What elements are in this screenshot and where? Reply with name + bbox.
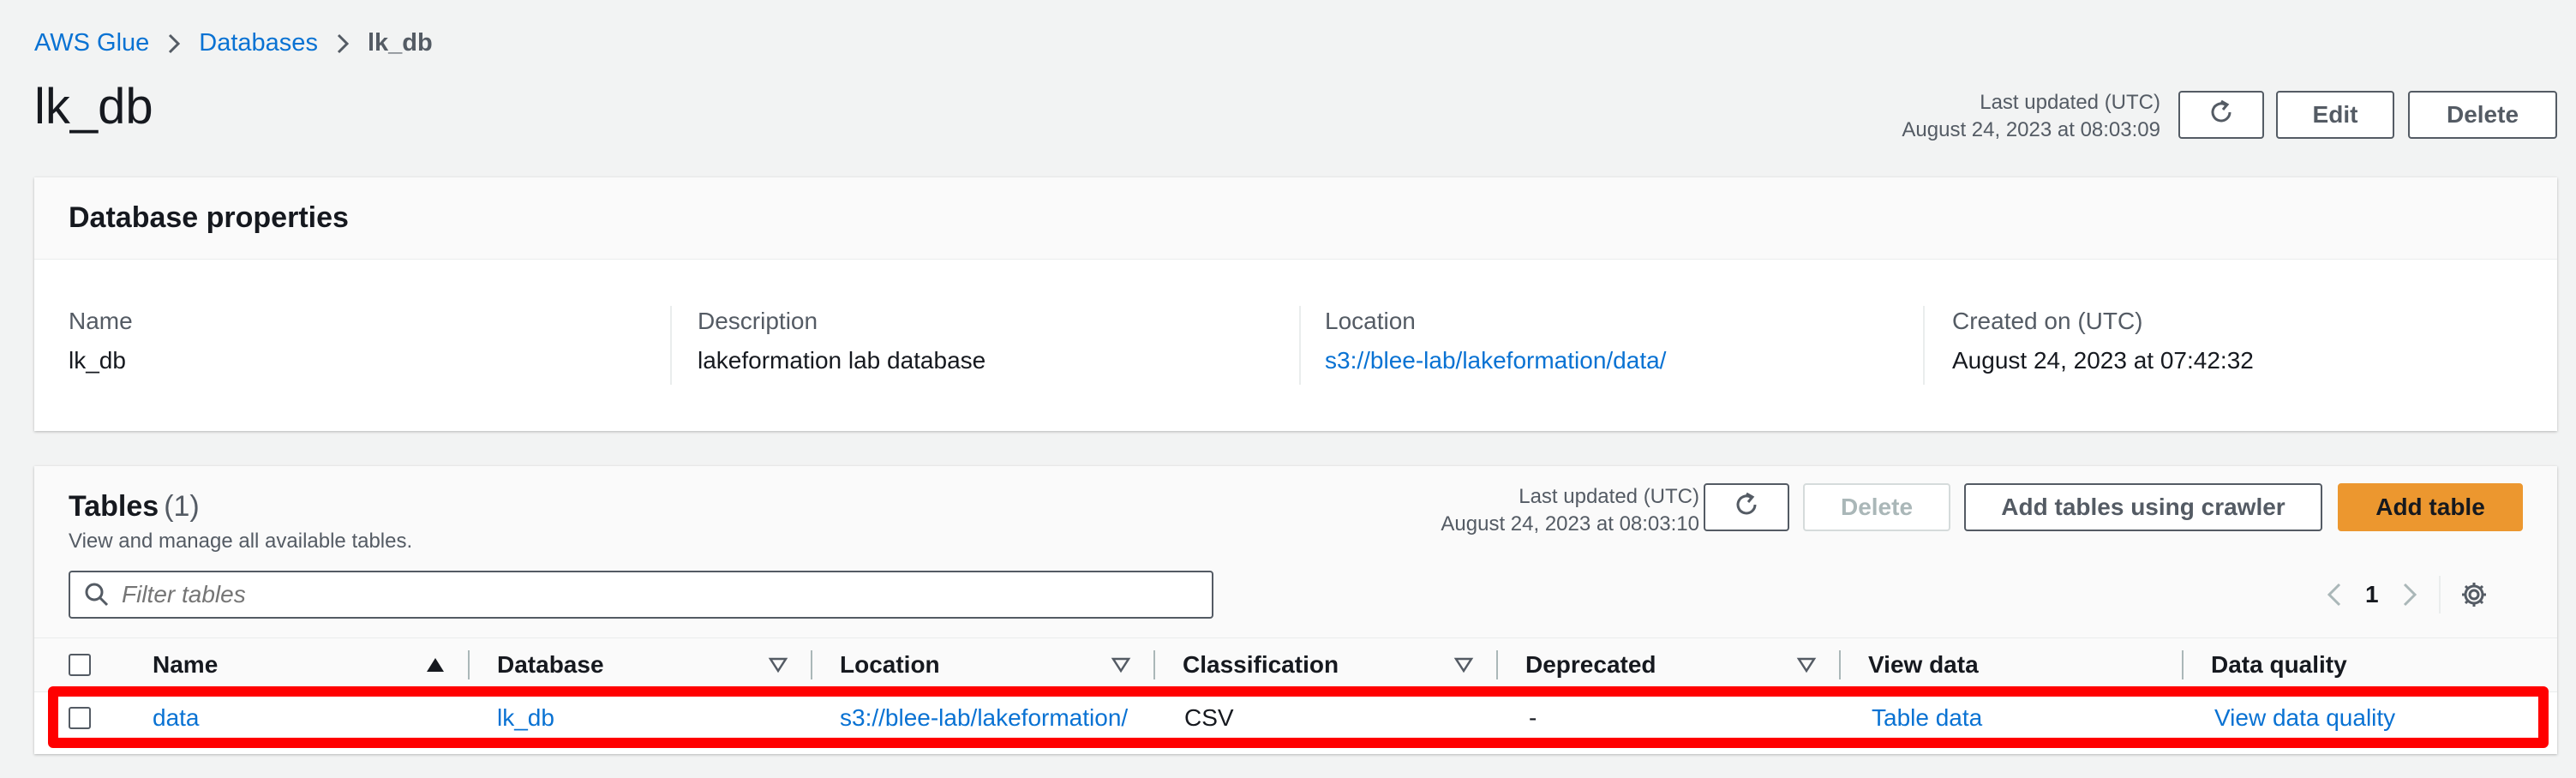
sort-icon[interactable] xyxy=(768,655,788,679)
page-number[interactable]: 1 xyxy=(2365,581,2379,608)
database-properties-panel: Database properties Name lk_db Descripti… xyxy=(34,177,2557,431)
col-database[interactable]: Database xyxy=(497,638,604,691)
search-icon xyxy=(84,582,110,607)
tables-count: (1) xyxy=(164,490,200,523)
location-link[interactable]: s3://blee-lab/lakeformation/data/ xyxy=(1325,347,1666,374)
col-divider xyxy=(1153,650,1155,679)
chevron-right-icon[interactable] xyxy=(2401,582,2418,607)
prop-description: Description lakeformation lab database xyxy=(698,308,985,374)
add-table-button[interactable]: Add table xyxy=(2338,483,2523,531)
breadcrumb-aws-glue[interactable]: AWS Glue xyxy=(34,29,149,57)
col-classification[interactable]: Classification xyxy=(1183,638,1339,691)
sort-icon[interactable] xyxy=(1453,655,1474,679)
tables-title-text: Tables xyxy=(69,490,159,523)
row-checkbox[interactable] xyxy=(69,707,91,729)
col-divider xyxy=(1496,650,1498,679)
prop-label: Created on (UTC) xyxy=(1952,308,2143,334)
edit-button[interactable]: Edit xyxy=(2276,91,2394,139)
table-header: Name Database Location Classification De… xyxy=(34,637,2557,692)
col-divider xyxy=(1839,650,1841,679)
select-all-checkbox[interactable] xyxy=(69,654,91,676)
tables-description: View and manage all available tables. xyxy=(69,530,413,553)
prop-label: Name xyxy=(69,308,133,334)
col-divider xyxy=(2182,650,2184,679)
col-deprecated[interactable]: Deprecated xyxy=(1525,638,1656,691)
prop-value: lakeformation lab database xyxy=(698,347,986,374)
refresh-icon xyxy=(1732,490,1761,525)
filter-tables-input[interactable] xyxy=(120,580,1152,609)
prop-value: lk_db xyxy=(69,347,126,374)
chevron-right-icon xyxy=(168,33,181,54)
table-name-link[interactable]: data xyxy=(153,704,200,732)
view-data-quality-link[interactable]: View data quality xyxy=(2214,704,2395,732)
col-location[interactable]: Location xyxy=(840,638,940,691)
tables-panel: Tables (1) View and manage all available … xyxy=(34,466,2557,754)
col-view-data: View data xyxy=(1868,651,1979,678)
sort-icon[interactable] xyxy=(1111,655,1131,679)
col-name[interactable]: Name xyxy=(153,638,218,691)
divider xyxy=(1299,306,1301,385)
chevron-left-icon[interactable] xyxy=(2326,582,2343,607)
page-title: lk_db xyxy=(34,79,153,135)
tables-delete-button[interactable]: Delete xyxy=(1803,483,1950,531)
sort-icon[interactable] xyxy=(1796,655,1817,679)
prop-label: Location xyxy=(1325,308,1416,334)
breadcrumb: AWS Glue Databases lk_db xyxy=(34,29,433,57)
prop-name: Name lk_db xyxy=(69,308,133,374)
table-row[interactable]: data lk_db s3://blee-lab/lakeformation/ … xyxy=(34,692,2557,744)
breadcrumb-databases[interactable]: Databases xyxy=(199,29,318,57)
table-deprecated: - xyxy=(1529,704,1537,731)
refresh-icon xyxy=(2207,98,2236,133)
delete-button[interactable]: Delete xyxy=(2408,91,2557,139)
prop-label: Description xyxy=(698,308,818,334)
divider xyxy=(1923,306,1925,385)
gear-icon[interactable] xyxy=(2459,580,2489,609)
sort-ascending-icon[interactable] xyxy=(425,655,446,679)
tables-last-updated: Last updated (UTC) August 24, 2023 at 08… xyxy=(1441,483,1699,538)
col-divider xyxy=(811,650,812,679)
col-data-quality: Data quality xyxy=(2211,651,2347,678)
table-location-link[interactable]: s3://blee-lab/lakeformation/ xyxy=(840,704,1128,732)
prop-created: Created on (UTC) August 24, 2023 at 07:4… xyxy=(1952,308,2254,374)
pagination: 1 xyxy=(2326,571,2489,619)
prop-value: August 24, 2023 at 07:42:32 xyxy=(1952,347,2254,374)
table-classification: CSV xyxy=(1184,704,1234,731)
prop-location: Location s3://blee-lab/lakeformation/dat… xyxy=(1325,308,1666,374)
last-updated-label: Last updated (UTC) xyxy=(1980,91,2160,114)
refresh-button[interactable] xyxy=(2178,91,2264,139)
table-database-link[interactable]: lk_db xyxy=(497,704,554,732)
filter-tables-field[interactable] xyxy=(69,571,1213,619)
add-tables-crawler-button[interactable]: Add tables using crawler xyxy=(1964,483,2322,531)
tables-last-updated-label: Last updated (UTC) xyxy=(1519,485,1699,508)
panel-header xyxy=(34,177,2557,260)
chevron-right-icon xyxy=(337,33,349,54)
panel-title: Database properties xyxy=(69,201,349,234)
tables-refresh-button[interactable] xyxy=(1704,483,1789,531)
tables-last-updated-value: August 24, 2023 at 08:03:10 xyxy=(1441,512,1699,536)
divider xyxy=(670,306,672,385)
col-divider xyxy=(468,650,470,679)
tables-title: Tables (1) xyxy=(69,490,200,524)
last-updated: Last updated (UTC) August 24, 2023 at 08… xyxy=(1902,89,2160,144)
last-updated-value: August 24, 2023 at 08:03:09 xyxy=(1902,118,2160,141)
view-table-data-link[interactable]: Table data xyxy=(1872,704,1982,732)
breadcrumb-current: lk_db xyxy=(367,29,433,57)
divider xyxy=(2438,576,2441,613)
